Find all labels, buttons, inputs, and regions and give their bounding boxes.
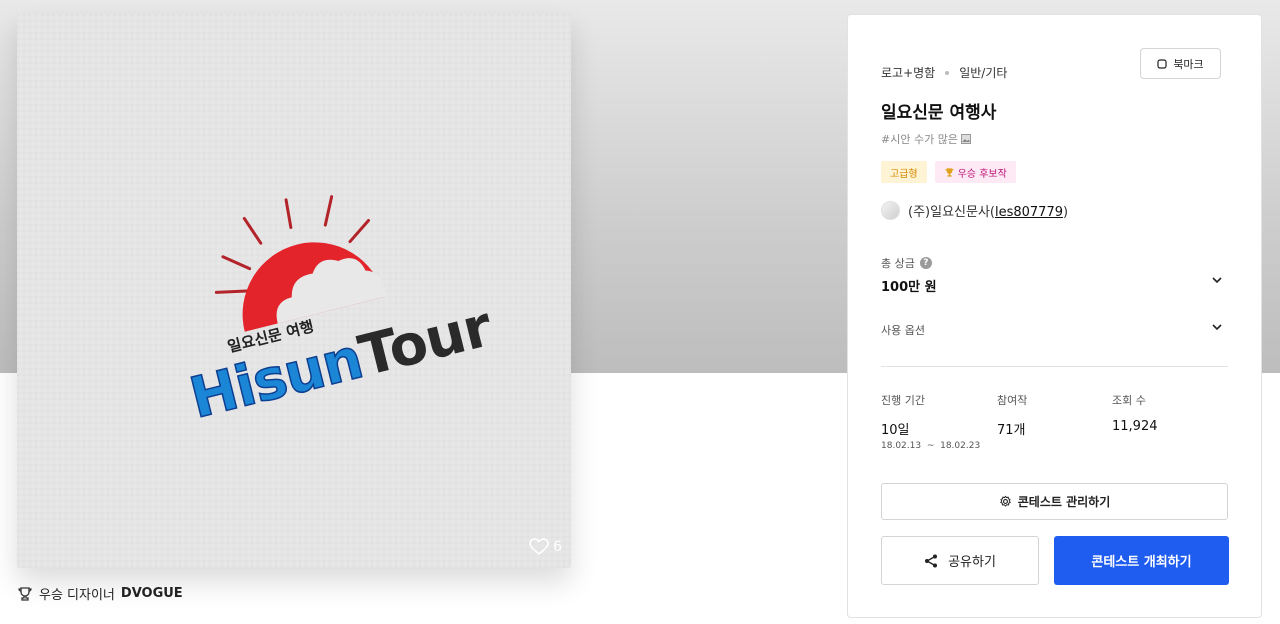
host-contest-label: 콘테스트 개최하기	[1091, 555, 1192, 570]
bookmark-icon	[1157, 58, 1167, 69]
stat-duration-value: 10일	[881, 423, 910, 438]
premium-badge-label: 고급형	[890, 168, 918, 180]
duration-end: 18.02.23	[940, 441, 981, 451]
breadcrumb-category[interactable]: 로고+명함	[881, 64, 935, 81]
winner-candidate-badge: 우승 후보작	[934, 161, 1016, 183]
share-icon	[925, 554, 938, 567]
like-button[interactable]: 6	[529, 538, 562, 556]
host-contest-button[interactable]: 콘테스트 개최하기	[1054, 536, 1229, 585]
breadcrumb: 로고+명함 일반/기타	[881, 64, 1007, 81]
contest-info-card: 로고+명함 일반/기타 북마크 일요신문 여행사 #시안 수가 많은 고급형 우…	[847, 14, 1262, 618]
contest-badges: 고급형 우승 후보작	[881, 161, 1016, 183]
total-prize-value: 100만 원	[881, 280, 937, 295]
bookmark-button[interactable]: 북마크	[1140, 48, 1221, 79]
contest-tagline-text: #시안 수가 많은	[881, 133, 958, 146]
stat-views-label: 조회 수	[1112, 394, 1146, 407]
like-count: 6	[553, 539, 562, 555]
holder-company: (주)일요신문사	[908, 205, 990, 220]
stat-duration: 진행 기간 10일 18.02.13 ~ 18.02.23	[881, 392, 980, 451]
contest-tagline: #시안 수가 많은	[881, 131, 971, 147]
breadcrumb-separator	[945, 70, 950, 75]
stat-entries: 참여작 71개	[997, 392, 1027, 438]
avatar	[881, 201, 900, 220]
breadcrumb-subcategory[interactable]: 일반/기타	[959, 64, 1007, 81]
trophy-icon	[18, 586, 32, 601]
winner-prefix: 우승 디자이너	[39, 588, 115, 603]
bookmark-label: 북마크	[1173, 57, 1204, 71]
chevron-down-icon[interactable]	[1210, 320, 1224, 334]
total-prize-label-text: 총 상금	[881, 257, 915, 270]
winner-designer-name[interactable]: DVOGUE	[121, 586, 183, 601]
divider	[881, 366, 1228, 367]
gear-icon	[999, 495, 1011, 507]
manage-contest-button[interactable]: 콘테스트 관리하기	[881, 483, 1228, 520]
heart-outline-icon	[529, 538, 549, 556]
holder-id-link[interactable]: les807779	[995, 205, 1063, 220]
manage-contest-label: 콘테스트 관리하기	[1017, 495, 1111, 509]
share-button[interactable]: 공유하기	[881, 536, 1039, 585]
hisuntour-logo: 일요신문 여행 HisunTour	[17, 14, 571, 568]
winner-designer: 우승 디자이너 DVOGUE	[17, 584, 183, 603]
winner-candidate-label: 우승 후보작	[957, 168, 1007, 180]
help-icon[interactable]: ?	[919, 257, 932, 269]
stat-views-value: 11,924	[1112, 419, 1158, 434]
usage-options-label[interactable]: 사용 옵션	[881, 322, 925, 338]
premium-badge: 고급형	[881, 161, 927, 183]
contest-title: 일요신문 여행사	[881, 103, 997, 123]
preview-image[interactable]: 일요신문 여행 HisunTour 6	[17, 14, 571, 568]
trophy-icon	[944, 167, 954, 177]
chevron-down-icon[interactable]	[1210, 273, 1224, 287]
share-label: 공유하기	[948, 555, 996, 570]
stat-views: 조회 수 11,924	[1112, 392, 1158, 434]
stat-duration-label: 진행 기간	[881, 394, 925, 407]
total-prize-label: 총 상금 ?	[881, 255, 932, 271]
stat-entries-value: 71개	[997, 423, 1026, 438]
duration-start: 18.02.13	[881, 441, 922, 451]
stat-duration-dates: 18.02.13 ~ 18.02.23	[881, 441, 981, 451]
contest-holder: (주)일요신문사(les807779)	[881, 201, 1068, 220]
stat-entries-label: 참여작	[997, 394, 1028, 407]
image-icon	[960, 134, 971, 144]
